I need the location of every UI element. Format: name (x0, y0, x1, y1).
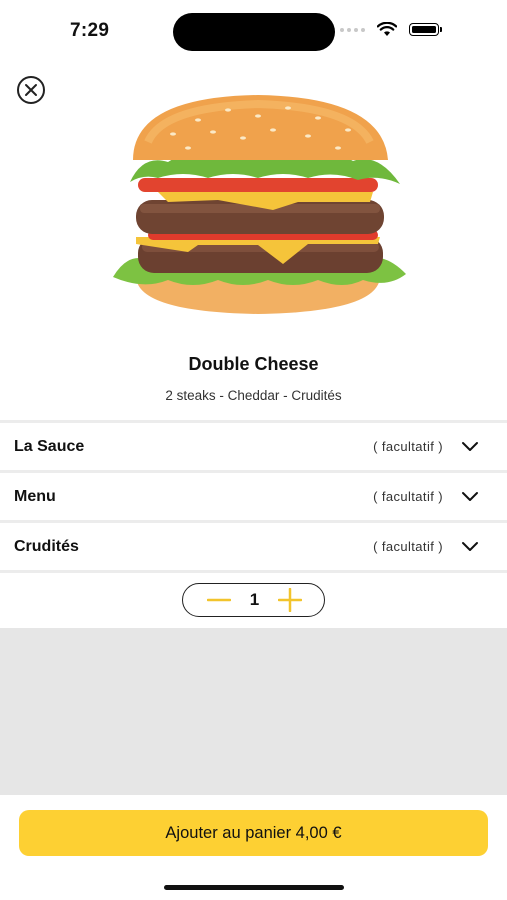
close-button[interactable] (17, 76, 45, 104)
option-label: Crudités (14, 537, 79, 555)
close-icon (25, 84, 37, 96)
status-icons (340, 22, 442, 37)
plus-icon (278, 588, 302, 612)
product-title: Double Cheese (188, 354, 319, 374)
option-sauce[interactable]: La Sauce ( facultatif ) (0, 420, 507, 470)
decrement-button[interactable] (207, 588, 231, 612)
quantity-stepper: 1 (182, 583, 325, 617)
product-description: 2 steaks - Cheddar - Crudités (165, 388, 342, 403)
chevron-down-icon (462, 491, 478, 501)
option-optional-tag: ( facultatif ) (373, 539, 443, 554)
option-menu[interactable]: Menu ( facultatif ) (0, 470, 507, 520)
option-crudites[interactable]: Crudités ( facultatif ) (0, 520, 507, 573)
chevron-down-icon (462, 541, 478, 551)
home-indicator[interactable] (164, 885, 344, 890)
add-to-cart-button[interactable]: Ajouter au panier 4,00 € (19, 810, 488, 856)
option-label: Menu (14, 487, 56, 505)
empty-content-area (0, 628, 507, 795)
status-time: 7:29 (70, 20, 110, 41)
dynamic-island (173, 13, 335, 51)
battery-icon (409, 23, 442, 36)
option-label: La Sauce (14, 437, 85, 455)
option-optional-tag: ( facultatif ) (373, 439, 443, 454)
minus-icon (207, 598, 231, 602)
option-optional-tag: ( facultatif ) (373, 489, 443, 504)
quantity-value: 1 (249, 590, 260, 609)
status-bar: 7:29 (0, 0, 507, 62)
wifi-icon (377, 22, 397, 36)
options-list: La Sauce ( facultatif ) Menu ( facultati… (0, 420, 507, 573)
chevron-down-icon (462, 441, 478, 451)
product-image (113, 95, 406, 314)
increment-button[interactable] (278, 588, 302, 612)
signal-dots-icon (340, 27, 365, 32)
